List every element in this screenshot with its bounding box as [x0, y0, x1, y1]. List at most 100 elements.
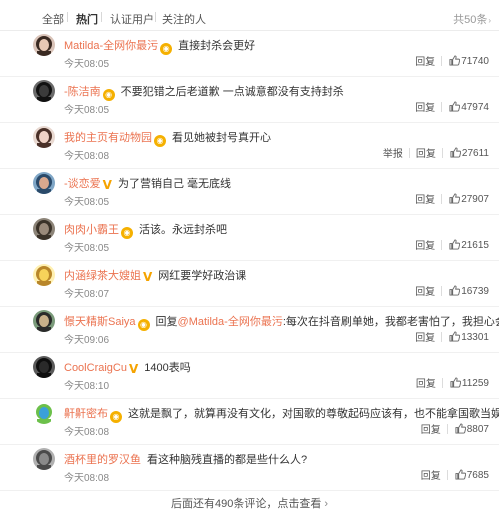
verified-v-icon: V	[102, 178, 112, 192]
reply-button[interactable]: 回复	[415, 283, 435, 298]
vip-badge-icon: ◉	[121, 227, 133, 239]
like-button[interactable]: 27611	[449, 146, 489, 159]
like-count: 8807	[466, 423, 489, 435]
username-link[interactable]: -陈洁南	[64, 86, 101, 98]
avatar[interactable]	[33, 310, 55, 332]
tab-hot[interactable]: 热门	[76, 11, 98, 27]
reply-button[interactable]: 回复	[415, 191, 435, 206]
tab-all[interactable]: 全部	[42, 11, 64, 27]
avatar[interactable]	[33, 218, 55, 240]
username-link[interactable]: 酒杯里的罗汉鱼	[64, 454, 141, 466]
action-divider	[441, 239, 443, 250]
comment-body: 1400表吗	[144, 362, 190, 374]
username-link[interactable]: -谈恋爱	[64, 178, 101, 190]
chevron-right-icon: ›	[324, 498, 329, 510]
vip-badge-icon: ◉	[110, 411, 122, 423]
reply-button[interactable]: 回复	[415, 99, 435, 114]
like-button[interactable]: 71740	[448, 54, 489, 67]
comment-actions: 回复 27907	[415, 191, 489, 206]
action-divider	[441, 147, 443, 158]
avatar[interactable]	[33, 80, 55, 102]
comment-body: 网红要学好政治课	[158, 270, 246, 282]
action-divider	[441, 285, 443, 296]
comment-time: 今天08:05	[64, 243, 110, 254]
avatar[interactable]	[33, 126, 55, 148]
username-link[interactable]: 肉肉小霸王	[64, 224, 119, 236]
comment-line: 内涵绿茶大嫂姐 V 网红要学好政治课	[64, 267, 246, 284]
comment-time: 今天08:08	[64, 427, 110, 438]
vip-badge-icon: ◉	[160, 43, 173, 55]
avatar[interactable]	[33, 402, 55, 424]
like-count: 71740	[461, 55, 489, 67]
like-button[interactable]: 27907	[448, 192, 489, 205]
avatar[interactable]	[33, 34, 55, 56]
action-divider	[441, 55, 443, 66]
thumbs-up-icon	[449, 330, 461, 343]
comment-actions: 回复 71740	[415, 53, 489, 68]
comment-time: 今天08:05	[64, 59, 110, 70]
like-button[interactable]: 7685	[454, 468, 489, 481]
like-count: 7685	[466, 469, 489, 481]
action-divider	[441, 193, 443, 204]
username-link[interactable]: CoolCraigCu	[64, 362, 127, 374]
like-button[interactable]: 13301	[448, 330, 489, 343]
comment-item: 酒杯里的罗汉鱼 看这种脑残直播的都是些什么人? 今天08:08 回复 7685	[0, 445, 499, 491]
comment-actions: 回复 16739	[415, 283, 489, 298]
comment-text: 不要犯错之后老道歉 一点诚意都没有支持封杀	[120, 86, 344, 98]
comment-body: 直接封杀会更好	[178, 40, 255, 52]
like-button[interactable]: 8807	[454, 422, 489, 435]
comment-item: Matilda-全网你最污 ◉ 直接封杀会更好今天08:05 回复 71740	[0, 31, 499, 77]
username-link[interactable]: 我的主页有动物园	[64, 132, 152, 144]
reply-prefix: 回复	[155, 316, 178, 328]
avatar[interactable]	[33, 356, 55, 378]
like-button[interactable]: 11259	[449, 376, 489, 389]
like-button[interactable]: 16739	[448, 284, 489, 297]
avatar[interactable]	[33, 172, 55, 194]
reply-button[interactable]: 回复	[415, 329, 435, 344]
action-divider	[441, 377, 443, 388]
comment-item: 憬天精斯Saiya ◉ 回复@Matilda-全网你最污:每次在抖音刷单她，我都老害…	[0, 307, 499, 353]
comment-line: 酒杯里的罗汉鱼 看这种脑残直播的都是些什么人?	[64, 451, 307, 467]
load-more-comments[interactable]: 后面还有490条评论，点击查看 ›	[0, 494, 499, 517]
thumbs-up-icon	[455, 468, 466, 481]
action-divider	[446, 423, 448, 434]
username-link[interactable]: 内涵绿茶大嫂姐	[64, 270, 141, 282]
comment-time: 今天09:06	[64, 335, 110, 346]
username-link[interactable]: 鼾鼾密布	[64, 408, 108, 420]
like-count: 27611	[461, 147, 489, 159]
like-button[interactable]: 47974	[448, 100, 489, 113]
username-link[interactable]: Matilda-全网你最污	[64, 40, 158, 52]
tab-following[interactable]: 关注的人	[162, 11, 206, 27]
like-count: 47974	[461, 101, 489, 113]
comment-time: 今天08:10	[64, 381, 110, 392]
comment-text: 看这种脑残直播的都是些什么人?	[147, 454, 308, 466]
mentioned-user[interactable]: @Matilda-全网你最污	[178, 316, 283, 328]
comment-filter-tabs: 全部 热门 认证用户 关注的人 共50条›	[0, 0, 499, 31]
total-count[interactable]: 共50条›	[453, 11, 491, 27]
comment-text: :每次在抖音刷单她，我都老害怕了，我担心会自动扣赛	[282, 316, 499, 328]
reply-button[interactable]: 回复	[415, 53, 435, 68]
reply-button[interactable]: 回复	[421, 421, 441, 436]
comment-actions: 回复 7685	[421, 467, 489, 482]
reply-button[interactable]: 回复	[415, 237, 435, 252]
report-button[interactable]: 举报	[383, 145, 403, 160]
tab-verified-users[interactable]: 认证用户	[110, 11, 154, 27]
comment-body: 看这种脑残直播的都是些什么人?	[147, 454, 307, 466]
reply-button[interactable]: 回复	[416, 375, 436, 390]
avatar[interactable]	[33, 264, 55, 286]
username-link[interactable]: 憬天精斯Saiya	[64, 316, 136, 328]
comment-actions: 举报 回复 27611	[383, 145, 489, 160]
comment-body: 回复@Matilda-全网你最污:每次在抖音刷单她，我都老害怕了，我担心会自动扣…	[156, 316, 499, 328]
like-count: 13301	[461, 331, 489, 343]
comment-item: 内涵绿茶大嫂姐 V 网红要学好政治课今天08:07 回复 16739	[0, 261, 499, 307]
reply-button[interactable]: 回复	[421, 467, 441, 482]
comment-text: 网红要学好政治课	[158, 270, 247, 282]
reply-button[interactable]: 回复	[416, 145, 436, 160]
comment-time: 今天08:07	[64, 289, 110, 300]
comment-text: 1400表吗	[144, 362, 191, 374]
tab-divider	[101, 12, 102, 22]
thumbs-up-icon	[450, 376, 462, 389]
avatar[interactable]	[33, 448, 55, 470]
comment-item: -陈洁南 ◉ 不要犯错之后老道歉 一点诚意都没有支持封杀 今天08:05 回复 47974	[0, 77, 499, 123]
like-button[interactable]: 21615	[448, 238, 489, 251]
